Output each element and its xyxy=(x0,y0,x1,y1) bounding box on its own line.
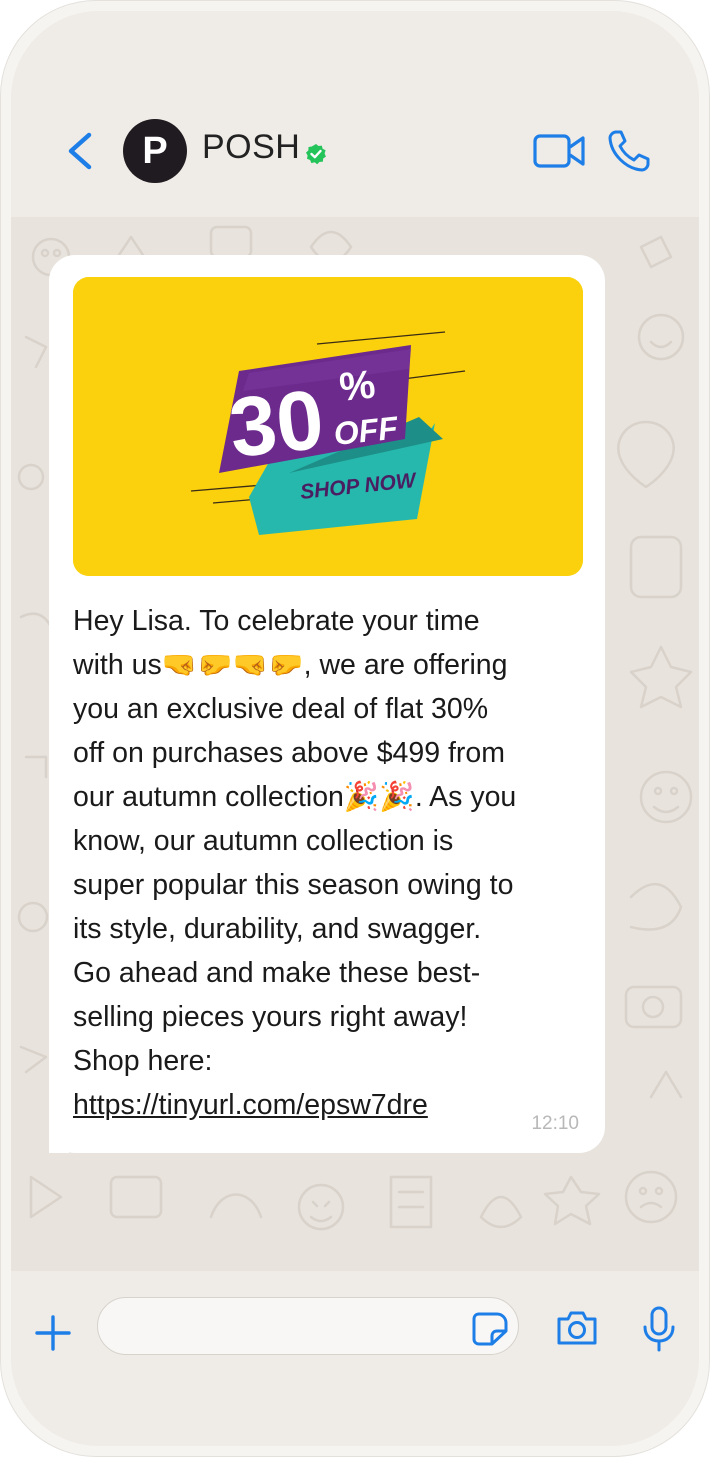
message-text: Hey Lisa. To celebrate your time with us… xyxy=(73,599,593,1127)
chat-area[interactable]: 30 % OFF SHOP NOW Hey Lisa. To celebrate… xyxy=(11,217,699,1271)
video-call-icon[interactable] xyxy=(533,133,587,169)
phone-frame: P POSH 30 % OFF SHOP NOW Hey Lisa. To ce… xyxy=(0,0,710,1457)
message-timestamp: 12:10 xyxy=(531,1113,579,1134)
avatar[interactable]: P xyxy=(123,119,187,183)
contact-name[interactable]: POSH xyxy=(202,128,300,167)
screen: P POSH 30 % OFF SHOP NOW Hey Lisa. To ce… xyxy=(11,11,699,1446)
phone-call-icon[interactable] xyxy=(607,129,651,173)
promo-off-text: OFF xyxy=(332,409,401,452)
plus-icon[interactable] xyxy=(33,1313,73,1353)
microphone-icon[interactable] xyxy=(639,1305,679,1353)
promo-percent-sign: % xyxy=(337,362,377,409)
back-arrow-icon[interactable] xyxy=(59,129,99,173)
sticker-icon[interactable] xyxy=(471,1311,509,1347)
message-body: Hey Lisa. To celebrate your time with us… xyxy=(73,605,517,1077)
message-bubble[interactable]: 30 % OFF SHOP NOW Hey Lisa. To celebrate… xyxy=(49,255,605,1153)
promo-discount-number: 30 xyxy=(225,372,328,475)
message-link[interactable]: https://tinyurl.com/epsw7dre xyxy=(73,1083,593,1127)
verified-badge-icon xyxy=(306,144,326,165)
chat-header: P POSH xyxy=(11,11,699,217)
message-input[interactable] xyxy=(97,1297,519,1355)
promo-banner-image[interactable]: 30 % OFF SHOP NOW xyxy=(73,277,583,576)
camera-icon[interactable] xyxy=(555,1309,599,1347)
composer-bar xyxy=(11,1271,699,1446)
